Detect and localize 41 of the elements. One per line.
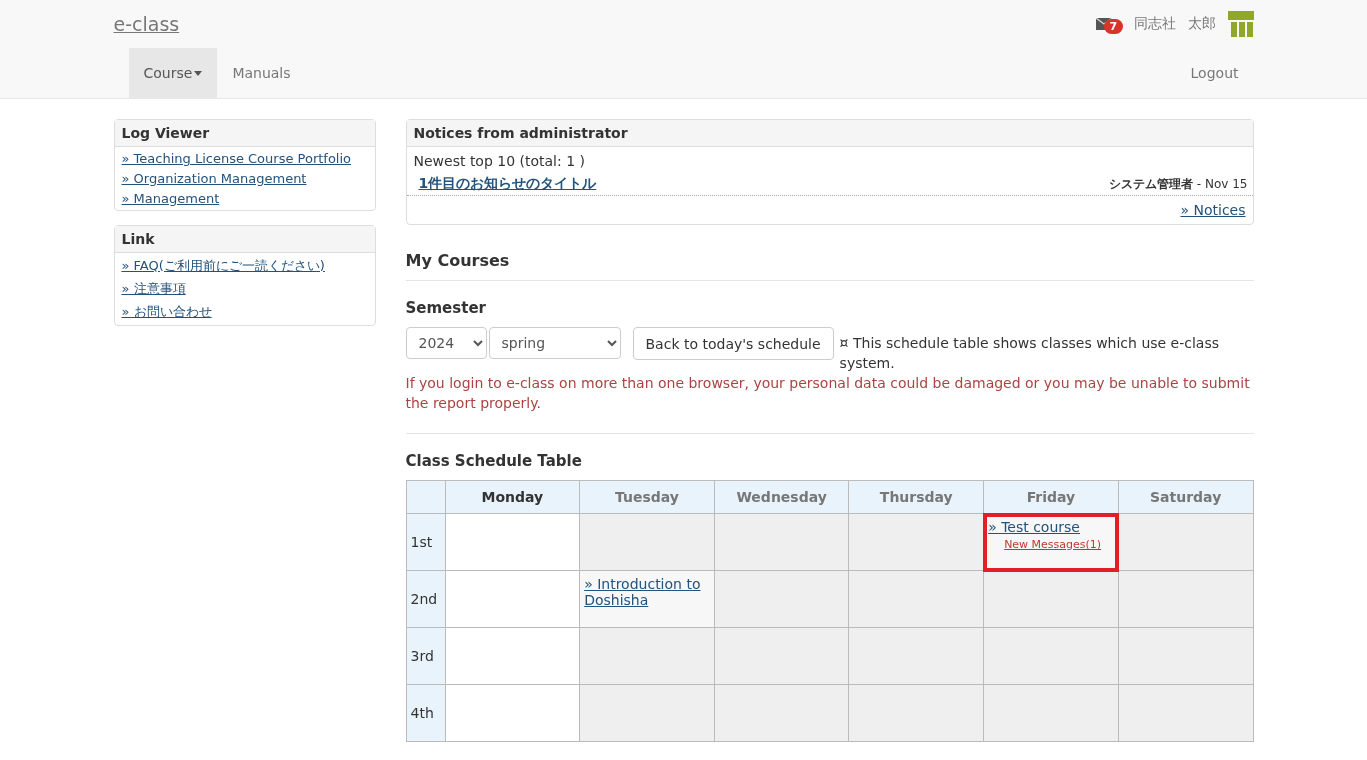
year-select[interactable]: 2024: [405, 327, 487, 359]
day-header: Saturday: [1118, 480, 1253, 514]
panel-title: Link: [114, 226, 375, 253]
day-header: Monday: [445, 480, 580, 514]
logout-link[interactable]: Logout: [1175, 48, 1254, 98]
user-organization: 同志社: [1133, 15, 1176, 33]
notices-link[interactable]: » Notices: [1180, 202, 1246, 218]
warning-text: If you login to e-class on more than one browser, your personal data could be damaged or you may be unable to submit the report properly.: [405, 374, 1251, 413]
sidebar-link[interactable]: » Management: [121, 191, 368, 206]
period-label: 1st: [406, 513, 445, 571]
section-title: My Courses: [405, 251, 1254, 281]
panel-title: Notices from administrator: [406, 120, 1253, 147]
new-messages-link[interactable]: New Messages(1): [1004, 538, 1102, 551]
day-header: Thursday: [848, 480, 984, 514]
panel-title: Log Viewer: [114, 120, 375, 147]
sidebar-link[interactable]: » Organization Management: [121, 171, 368, 186]
notice-link[interactable]: 1件目のお知らせのタイトル: [418, 175, 597, 193]
nav-tab[interactable]: Course: [128, 48, 218, 98]
day-header: Wednesday: [714, 480, 849, 514]
period-label: 3rd: [406, 627, 445, 685]
semester-label: Semester: [405, 299, 487, 317]
notice-meta: システム管理者 - Nov 15: [1109, 176, 1248, 193]
sidebar-link[interactable]: » 注意事項: [121, 280, 368, 298]
site-logo[interactable]: e-class: [113, 13, 180, 35]
sidebar-link[interactable]: » FAQ(ご利用前にご一読ください): [121, 257, 368, 275]
day-header: Tuesday: [579, 480, 715, 514]
sidebar-link[interactable]: » お問い合わせ: [121, 303, 368, 321]
day-header: Friday: [983, 480, 1119, 514]
course-link[interactable]: » Introduction to Doshisha: [584, 576, 710, 608]
user-name: 太郎: [1187, 15, 1216, 33]
info-text: ¤ This schedule table shows classes which use e-class system.: [839, 334, 1221, 373]
sidebar-link[interactable]: » Teaching License Course Portfolio: [121, 151, 368, 166]
term-select[interactable]: spring: [488, 327, 621, 359]
nav-tab[interactable]: Manuals: [217, 48, 306, 98]
course-link[interactable]: » Test course: [988, 519, 1114, 535]
period-label: 4th: [406, 684, 445, 742]
period-label: 2nd: [406, 570, 445, 628]
notices-summary: Newest top 10 (total: 1 ): [413, 153, 586, 169]
back-to-today-button[interactable]: Back to today's schedule: [632, 327, 834, 360]
logo-icon: [1227, 11, 1254, 37]
schedule-title: Class Schedule Table: [405, 452, 583, 470]
